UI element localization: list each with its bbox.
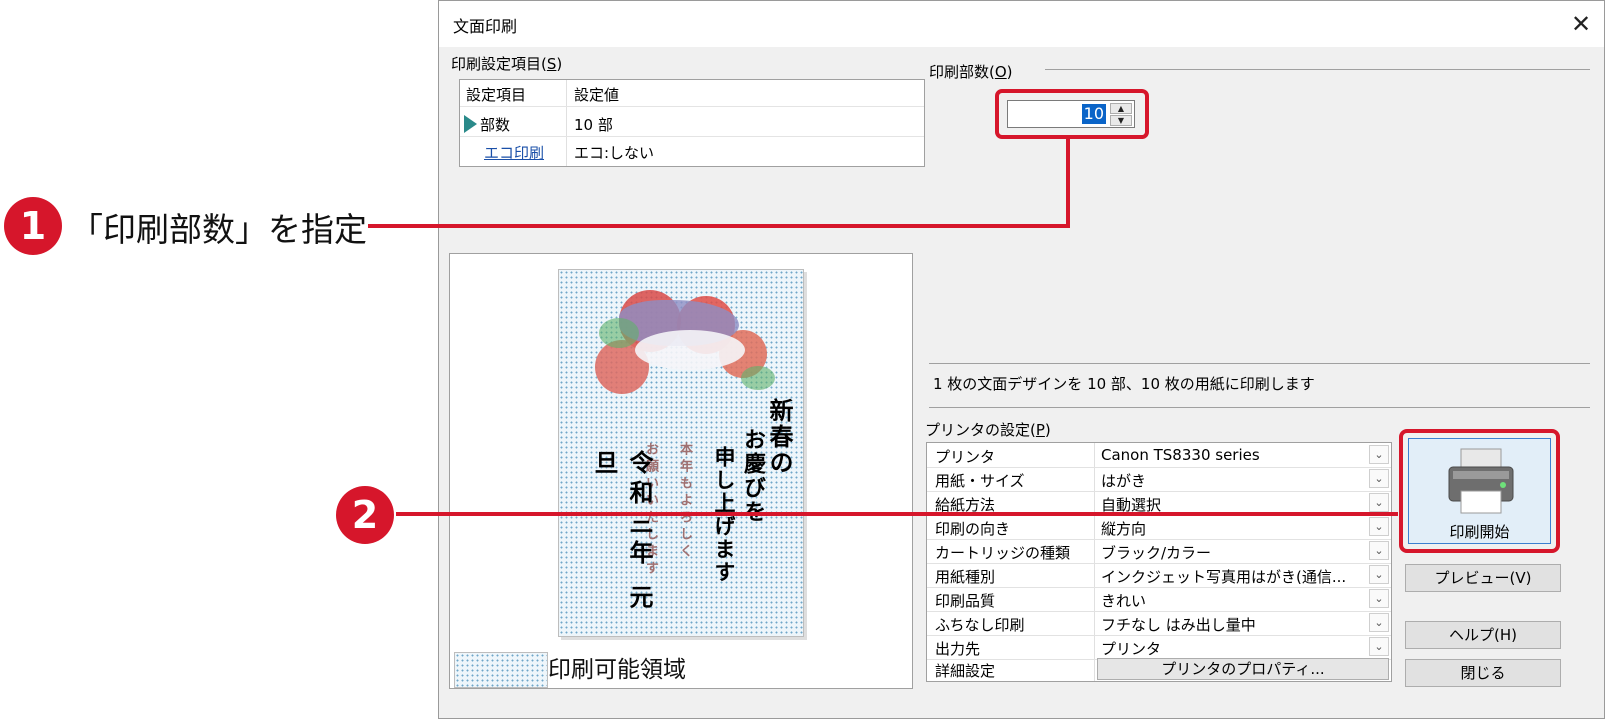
callout-line-1 [368, 138, 1070, 228]
callout-lines [368, 138, 1398, 516]
